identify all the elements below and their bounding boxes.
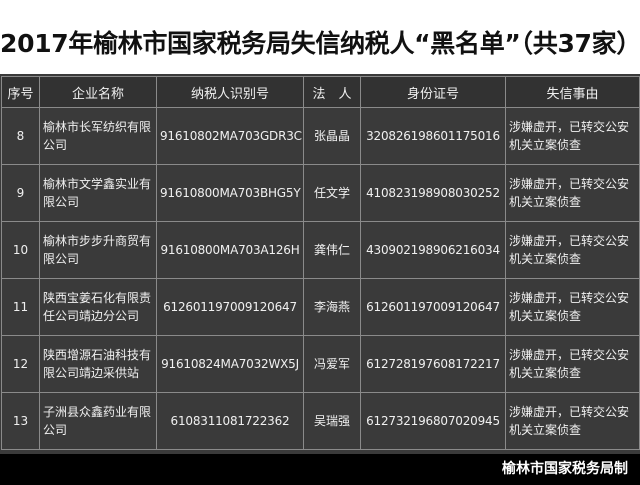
row-no: 11 bbox=[1, 278, 40, 336]
row-no: 9 bbox=[1, 164, 40, 222]
row-company-name: 榆林市步步升商贸有限公司 bbox=[39, 221, 157, 279]
row-company-name: 子洲县众鑫药业有限公司 bbox=[39, 392, 157, 450]
header-tax-id: 纳税人识别号 bbox=[156, 76, 304, 108]
header-no: 序号 bbox=[1, 76, 40, 108]
row-company-name: 陕西增源石油科技有限公司靖边采供站 bbox=[39, 335, 157, 393]
row-legal-rep: 冯爱军 bbox=[303, 335, 361, 393]
row-reason: 涉嫌虚开，已转交公安机关立案侦查 bbox=[505, 392, 640, 450]
table-row: 8 榆林市长军纺织有限公司 91610802MA703GDR3C 张晶晶 320… bbox=[1, 107, 640, 165]
row-company-name: 榆林市文学鑫实业有限公司 bbox=[39, 164, 157, 222]
row-reason: 涉嫌虚开，已转交公安机关立案侦查 bbox=[505, 278, 640, 336]
header-id-number: 身份证号 bbox=[360, 76, 506, 108]
table-row: 11 陕西宝姜石化有限责任公司靖边分公司 612601197009120647 … bbox=[1, 278, 640, 336]
row-legal-rep: 任文学 bbox=[303, 164, 361, 222]
header-company-name: 企业名称 bbox=[39, 76, 157, 108]
row-legal-rep: 张晶晶 bbox=[303, 107, 361, 165]
row-legal-rep: 李海燕 bbox=[303, 278, 361, 336]
row-no: 12 bbox=[1, 335, 40, 393]
row-id-number: 320826198601175016 bbox=[360, 107, 506, 165]
row-id-number: 430902198906216034 bbox=[360, 221, 506, 279]
row-no: 8 bbox=[1, 107, 40, 165]
row-reason: 涉嫌虚开，已转交公安机关立案侦查 bbox=[505, 107, 640, 165]
row-reason: 涉嫌虚开，已转交公安机关立案侦查 bbox=[505, 221, 640, 279]
table-row: 12 陕西增源石油科技有限公司靖边采供站 91610824MA7032WX5J … bbox=[1, 335, 640, 393]
row-id-number: 612601197009120647 bbox=[360, 278, 506, 336]
row-company-name: 陕西宝姜石化有限责任公司靖边分公司 bbox=[39, 278, 157, 336]
row-id-number: 612728197608172217 bbox=[360, 335, 506, 393]
header-reason: 失信事由 bbox=[505, 76, 640, 108]
row-legal-rep: 龚伟仁 bbox=[303, 221, 361, 279]
row-tax-id: 610831108172236​2 bbox=[156, 392, 304, 450]
table-header-row: 序号 企业名称 纳税人识别号 法 人 身份证号 失信事由 bbox=[1, 76, 640, 108]
table-row: 13 子洲县众鑫药业有限公司 610831108172236​2 吴瑞强 612… bbox=[1, 392, 640, 450]
row-no: 10 bbox=[1, 221, 40, 279]
row-tax-id: 91610824MA7032WX5J bbox=[156, 335, 304, 393]
table-row: 10 榆林市步步升商贸有限公司 91610800MA703A126H 龚伟仁 4… bbox=[1, 221, 640, 279]
row-tax-id: 91610802MA703GDR3C bbox=[156, 107, 304, 165]
row-tax-id: 91610800MA703A126H bbox=[156, 221, 304, 279]
blacklist-table: 序号 企业名称 纳税人识别号 法 人 身份证号 失信事由 8 榆林市长军纺织有限… bbox=[1, 76, 640, 450]
header-legal-rep: 法 人 bbox=[303, 76, 361, 108]
row-reason: 涉嫌虚开，已转交公安机关立案侦查 bbox=[505, 164, 640, 222]
row-id-number: 612732196807020945 bbox=[360, 392, 506, 450]
row-tax-id: 612601197009120647 bbox=[156, 278, 304, 336]
row-reason: 涉嫌虚开，已转交公安机关立案侦查 bbox=[505, 335, 640, 393]
row-company-name: 榆林市长军纺织有限公司 bbox=[39, 107, 157, 165]
row-legal-rep: 吴瑞强 bbox=[303, 392, 361, 450]
footer-credit: 榆林市国家税务局制 bbox=[502, 461, 628, 477]
table-row: 9 榆林市文学鑫实业有限公司 91610800MA703BHG5Y 任文学 41… bbox=[1, 164, 640, 222]
row-no: 13 bbox=[1, 392, 40, 450]
page-title: 2017年榆林市国家税务局失信纳税人“黑名单”（共37家） bbox=[0, 29, 640, 58]
row-id-number: 410823198908030252 bbox=[360, 164, 506, 222]
row-tax-id: 91610800MA703BHG5Y bbox=[156, 164, 304, 222]
